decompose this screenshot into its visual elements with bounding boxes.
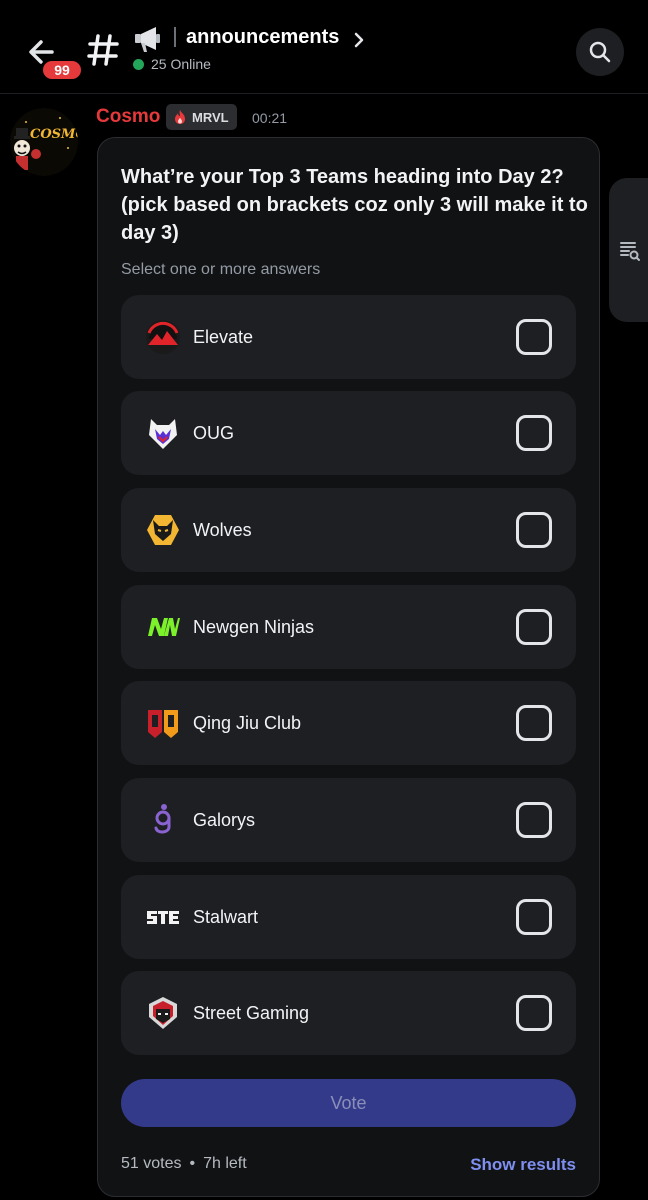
option-checkbox[interactable] (516, 802, 552, 838)
elevate-logo-icon (145, 319, 181, 355)
list-search-icon (620, 242, 640, 261)
oug-logo-icon (145, 415, 181, 451)
option-label: Elevate (193, 327, 254, 347)
poll-option[interactable]: OUG (121, 391, 576, 475)
title-divider (174, 27, 176, 47)
guild-tag[interactable]: MRVL (166, 104, 237, 130)
vote-button[interactable]: Vote (121, 1079, 576, 1127)
option-checkbox[interactable] (516, 705, 552, 741)
channel-name[interactable]: announcements (186, 26, 339, 49)
poll-option[interactable]: Street Gaming (121, 971, 576, 1055)
megaphone-icon (132, 24, 164, 54)
poll-option[interactable]: Galorys (121, 778, 576, 862)
time-left: 7h left (203, 1155, 247, 1172)
member-list-tab[interactable] (609, 178, 648, 322)
option-checkbox[interactable] (516, 609, 552, 645)
chevron-right-icon[interactable] (352, 30, 366, 50)
poll-option[interactable]: Newgen Ninjas (121, 585, 576, 669)
option-label: Newgen Ninjas (193, 617, 315, 637)
author-name[interactable]: Cosmo (96, 106, 160, 128)
poll-hint: Select one or more answers (121, 261, 321, 278)
option-checkbox[interactable] (516, 899, 552, 935)
online-status-dot (133, 59, 144, 70)
option-checkbox[interactable] (516, 415, 552, 451)
option-label: Galorys (193, 810, 256, 830)
option-label: OUG (193, 423, 235, 443)
poll-card: What’re your Top 3 Teams heading into Da… (97, 137, 600, 1197)
option-label: Wolves (193, 520, 252, 540)
newgen-ninjas-logo-icon (145, 609, 181, 645)
hashtag-icon (86, 30, 120, 70)
search-button[interactable] (576, 28, 624, 76)
unread-badge: 99 (40, 58, 84, 82)
option-label: Qing Jiu Club (193, 713, 302, 733)
online-count: 25 Online (151, 56, 211, 72)
poll-question: What’re your Top 3 Teams heading into Da… (121, 166, 588, 244)
svg-text:COSMO: COSMO (30, 127, 78, 142)
option-label: Stalwart (193, 907, 259, 927)
galorys-logo-icon (145, 802, 181, 838)
poll-option[interactable]: Elevate (121, 295, 576, 379)
vote-count: 51 votes (121, 1155, 182, 1172)
poll-option[interactable]: Stalwart (121, 875, 576, 959)
poll-option[interactable]: Wolves (121, 488, 576, 572)
option-checkbox[interactable] (516, 512, 552, 548)
avatar[interactable]: COSMO (10, 108, 78, 176)
qing-jiu-club-logo-icon (145, 705, 181, 741)
separator-dot: • (189, 1155, 196, 1172)
show-results-link[interactable]: Show results (470, 1155, 576, 1175)
option-checkbox[interactable] (516, 319, 552, 355)
guild-tag-label: MRVL (192, 109, 229, 125)
search-icon (589, 41, 611, 63)
poll-footer: 51 votes • 7h left (121, 1155, 247, 1173)
stalwart-logo-icon (145, 899, 181, 935)
flame-icon (175, 110, 185, 124)
option-checkbox[interactable] (516, 995, 552, 1031)
option-label: Street Gaming (193, 1003, 310, 1023)
channel-header: 99 announcements 25 Online (0, 0, 648, 94)
street-gaming-logo-icon (145, 995, 181, 1031)
message-timestamp: 00:21 (252, 110, 288, 126)
wolves-logo-icon (145, 512, 181, 548)
poll-option[interactable]: Qing Jiu Club (121, 681, 576, 765)
